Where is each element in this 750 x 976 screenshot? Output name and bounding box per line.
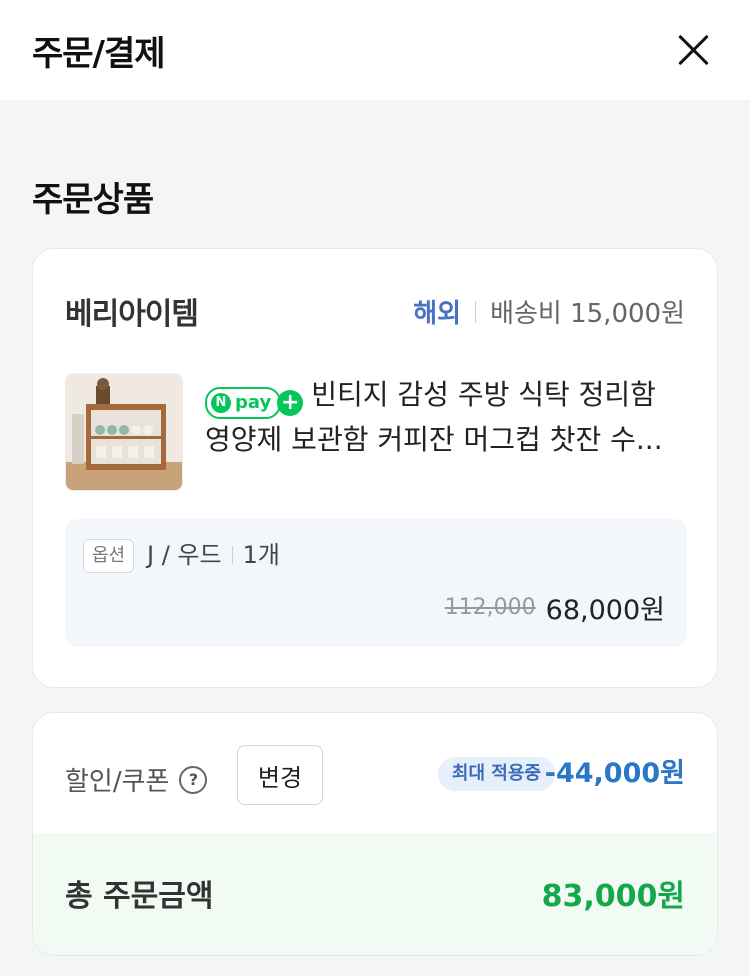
- help-icon[interactable]: ?: [179, 765, 208, 794]
- divider: [475, 300, 477, 323]
- plus-icon: +: [277, 390, 304, 416]
- product-name-line1: 빈티지 감성 주방 식탁 정리함: [311, 378, 656, 411]
- option-box: 옵션 J / 우드 1개 112,000 68,000원: [65, 519, 687, 647]
- total-amount: 83,000원: [541, 879, 685, 914]
- option-detail: J / 우드 1개: [147, 539, 280, 571]
- product-name[interactable]: Npay + 빈티지 감성 주방 식탁 정리함 영양제 보관함 커피잔 머그컵 …: [205, 373, 685, 462]
- shipping-fee: 배송비 15,000원: [490, 299, 685, 329]
- discount-card: 할인/쿠폰 ? 변경 최대 적용중 -44,000원 총 주문금액 83,000…: [32, 712, 718, 956]
- seller-name: 베리아이템: [65, 297, 199, 332]
- quantity: 1개: [242, 541, 280, 569]
- discount-label: 할인/쿠폰 ?: [65, 761, 208, 798]
- overseas-label: 해외: [413, 299, 462, 329]
- total-label: 총 주문금액: [65, 879, 214, 914]
- order-item-card: 베리아이템 해외 배송비 15,000원 Npay + 빈티지 감성 주방 식탁…: [32, 248, 718, 688]
- max-applied-badge: 최대 적용중: [437, 757, 555, 791]
- close-icon[interactable]: [672, 28, 716, 72]
- option-tag: 옵션: [83, 539, 135, 573]
- original-price: 112,000: [444, 594, 536, 620]
- npay-badge: Npay +: [205, 387, 304, 419]
- sale-price: 68,000원: [545, 594, 665, 626]
- discount-label-text: 할인/쿠폰: [65, 767, 170, 797]
- change-button[interactable]: 변경: [237, 745, 323, 805]
- option-value: J / 우드: [147, 541, 222, 569]
- total-band: 총 주문금액 83,000원: [33, 833, 717, 955]
- top-header: 주문/결제: [0, 0, 750, 100]
- discount-amount: -44,000원: [544, 758, 685, 789]
- price-row: 112,000 68,000원: [445, 585, 665, 629]
- shipping-info: 해외 배송비 15,000원: [413, 293, 685, 330]
- divider: [231, 546, 233, 564]
- page-title: 주문/결제: [32, 34, 166, 74]
- section-title-order-items: 주문상품: [32, 180, 154, 220]
- product-name-line2: 영양제 보관함 커피잔 머그컵 찻잔 수...: [205, 423, 663, 456]
- product-thumbnail[interactable]: [65, 373, 183, 491]
